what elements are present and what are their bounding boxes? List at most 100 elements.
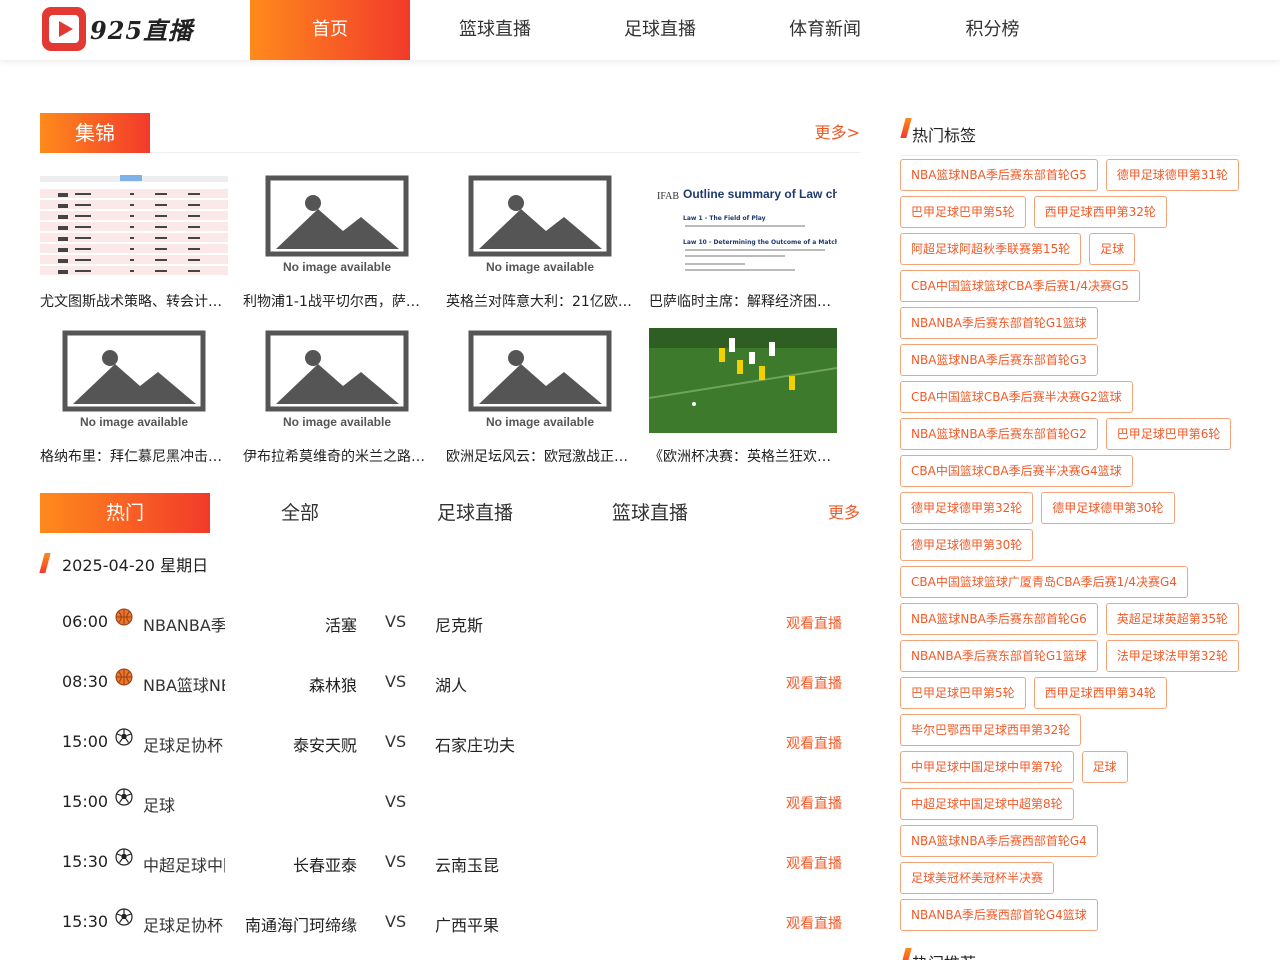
highlight-thumbnail[interactable] xyxy=(649,328,837,433)
watch-live-button[interactable]: 观看直播 xyxy=(786,613,842,633)
highlight-title[interactable]: 英格兰对阵意大利：21亿欧元身价之战 xyxy=(446,291,636,311)
hot-tag[interactable]: NBA篮球NBA季后赛东部首轮G2 xyxy=(900,418,1098,450)
highlight-card[interactable]: No image available 欧洲足坛风云：欧冠激战正酣精彩纷呈 xyxy=(446,328,636,466)
match-away-team: 湖人 xyxy=(435,676,468,695)
highlight-card[interactable]: No image available 伊布拉希莫维奇的米兰之路与传奇生涯 xyxy=(243,328,433,466)
highlight-card[interactable]: No image available 格纳布里：拜仁慕尼黑冲击欧冠之路 xyxy=(40,328,230,466)
match-vs: VS xyxy=(385,672,407,691)
highlight-title[interactable]: 尤文图斯战术策略、转会计划与未来展望 xyxy=(40,291,230,311)
hot-tag[interactable]: 巴甲足球巴甲第5轮 xyxy=(900,677,1026,709)
hot-tag[interactable]: 德甲足球德甲第32轮 xyxy=(900,492,1034,524)
watch-live-button[interactable]: 观看直播 xyxy=(786,853,842,873)
hot-tag[interactable]: 西甲足球西甲第32轮 xyxy=(1033,196,1167,228)
tab-hot[interactable]: 热门 xyxy=(40,493,210,533)
hot-tag[interactable]: CBA中国篮球CBA季后赛半决赛G2篮球 xyxy=(900,381,1133,413)
nav-standings[interactable]: 积分榜 xyxy=(930,0,1055,60)
match-league: 足球足协杯 xyxy=(143,736,224,755)
match-home-team: 活塞 xyxy=(324,616,357,635)
hot-tag[interactable]: CBA中国篮球篮球广厦青岛CBA季后赛1/4决赛G4 xyxy=(900,566,1188,598)
hot-tag[interactable]: 西甲足球西甲第34轮 xyxy=(1033,677,1167,709)
watch-live-button[interactable]: 观看直播 xyxy=(786,913,842,933)
hot-tag[interactable]: 德甲足球德甲第30轮 xyxy=(900,529,1034,561)
hot-tag[interactable]: 阿超足球阿超秋季联赛第15轮 xyxy=(900,233,1082,265)
match-time: 08:30 xyxy=(62,672,109,691)
hot-tag[interactable]: NBANBA季后赛东部首轮G1篮球 xyxy=(900,640,1098,672)
hot-tabs: 热门 全部 足球直播 篮球直播 更多 xyxy=(40,493,860,533)
hot-more-link[interactable]: 更多 xyxy=(828,499,860,523)
highlight-thumbnail[interactable]: IFABOutline summary of Law changes Law 1 … xyxy=(649,173,837,278)
hot-tag[interactable]: 中甲足球中国足球中甲第7轮 xyxy=(900,751,1074,783)
highlight-title[interactable]: 巴萨临时主席：解释经济困境与未来 xyxy=(649,291,839,311)
watch-live-button[interactable]: 观看直播 xyxy=(786,793,842,813)
slash-marker-icon xyxy=(900,118,912,138)
highlight-thumbnail[interactable] xyxy=(40,173,228,278)
hot-tag[interactable]: CBA中国篮球CBA季后赛半决赛G4篮球 xyxy=(900,455,1133,487)
highlight-thumbnail[interactable]: No image available xyxy=(243,173,431,278)
basketball-icon xyxy=(115,608,133,626)
slash-marker-icon xyxy=(900,948,912,960)
hot-tag[interactable]: NBA篮球NBA季后赛东部首轮G3 xyxy=(900,344,1098,376)
highlight-thumbnail[interactable]: No image available xyxy=(446,173,634,278)
highlight-title[interactable]: 伊布拉希莫维奇的米兰之路与传奇生涯 xyxy=(243,446,433,466)
hot-tag[interactable]: 中超足球中国足球中超第8轮 xyxy=(900,788,1074,820)
match-home-team: 南通海门珂缔缘 xyxy=(244,916,357,935)
highlight-card[interactable]: No image available 英格兰对阵意大利：21亿欧元身价之战 xyxy=(446,173,636,311)
match-time: 15:00 xyxy=(62,732,109,751)
hot-tag[interactable]: 巴甲足球巴甲第6轮 xyxy=(1105,418,1232,450)
highlight-thumbnail[interactable]: No image available xyxy=(40,328,228,433)
highlight-card[interactable]: 《欧洲杯决赛：英格兰狂欢之夜》 xyxy=(649,328,839,466)
tab-basketball-live[interactable]: 篮球直播 xyxy=(590,493,710,533)
site-logo[interactable]: 925直播 xyxy=(42,7,192,51)
hot-recommend-title: 热门推荐 xyxy=(912,950,976,960)
match-league: NBANBA季后赛 xyxy=(143,616,225,635)
hot-tag[interactable]: 足球 xyxy=(1081,751,1128,783)
match-vs: VS xyxy=(385,612,407,631)
highlight-title[interactable]: 格纳布里：拜仁慕尼黑冲击欧冠之路 xyxy=(40,446,230,466)
hot-tag[interactable]: 德甲足球德甲第30轮 xyxy=(1041,492,1175,524)
highlights-more-link[interactable]: 更多> xyxy=(815,119,860,143)
hot-tags-header: 热门标签 xyxy=(900,116,1240,156)
hot-tags-title: 热门标签 xyxy=(912,126,977,145)
highlight-thumbnail[interactable]: No image available xyxy=(446,328,634,433)
hot-tag[interactable]: 巴甲足球巴甲第5轮 xyxy=(900,196,1026,228)
highlight-title[interactable]: 《欧洲杯决赛：英格兰狂欢之夜》 xyxy=(649,446,839,466)
hot-tag[interactable]: NBANBA季后赛东部首轮G1篮球 xyxy=(900,307,1098,339)
highlight-title[interactable]: 欧洲足坛风云：欧冠激战正酣精彩纷呈 xyxy=(446,446,636,466)
no-image-label: No image available xyxy=(79,415,189,429)
nav-home[interactable]: 首页 xyxy=(250,0,410,60)
highlight-card[interactable]: No image available 利物浦1-1战平切尔西，萨拉赫破门 xyxy=(243,173,433,311)
hot-tag[interactable]: 英超足球英超第35轮 xyxy=(1105,603,1240,635)
match-league: 中超足球中国 xyxy=(143,856,225,875)
nav-sports-news[interactable]: 体育新闻 xyxy=(760,0,890,60)
nav-basketball-live[interactable]: 篮球直播 xyxy=(430,0,560,60)
no-image-label: No image available xyxy=(282,415,392,429)
highlight-title[interactable]: 利物浦1-1战平切尔西，萨拉赫破门 xyxy=(243,291,433,311)
play-logo-icon xyxy=(42,7,86,51)
match-time: 15:30 xyxy=(62,912,109,931)
hot-tag[interactable]: NBA篮球NBA季后赛东部首轮G5 xyxy=(900,159,1098,191)
hot-tag[interactable]: 足球美冠杯美冠杯半决赛 xyxy=(900,862,1055,894)
match-row: 08:30 NBA篮球NBA季后赛 森林狼 VS 湖人 观看直播 xyxy=(40,652,860,712)
match-date: 2025-04-20 星期日 xyxy=(62,556,209,575)
hot-tag[interactable]: NBA篮球NBA季后赛东部首轮G6 xyxy=(900,603,1098,635)
highlight-card[interactable]: 尤文图斯战术策略、转会计划与未来展望 xyxy=(40,173,230,311)
match-league: 足球足协杯 xyxy=(143,916,224,935)
top-header: 925直播 首页 篮球直播 足球直播 体育新闻 积分榜 xyxy=(0,0,1280,60)
hot-tag[interactable]: 德甲足球德甲第31轮 xyxy=(1105,159,1240,191)
football-icon xyxy=(115,908,133,926)
hot-tag[interactable]: 法甲足球法甲第32轮 xyxy=(1105,640,1240,672)
watch-live-button[interactable]: 观看直播 xyxy=(786,673,842,693)
hot-tag[interactable]: NBANBA季后赛西部首轮G4篮球 xyxy=(900,899,1098,931)
hot-tag[interactable]: CBA中国篮球篮球CBA季后赛1/4决赛G5 xyxy=(900,270,1140,302)
highlight-card[interactable]: IFABOutline summary of Law changes Law 1 … xyxy=(649,173,839,311)
nav-football-live[interactable]: 足球直播 xyxy=(595,0,725,60)
hot-tag[interactable]: 毕尔巴鄂西甲足球西甲第32轮 xyxy=(900,714,1082,746)
highlights-title: 集锦 xyxy=(40,113,150,153)
tab-football-live[interactable]: 足球直播 xyxy=(415,493,535,533)
doc-line-1: Law 1 - The Field of Play xyxy=(683,215,766,222)
hot-tag[interactable]: 足球 xyxy=(1089,233,1136,265)
watch-live-button[interactable]: 观看直播 xyxy=(786,733,842,753)
hot-tag[interactable]: NBA篮球NBA季后赛西部首轮G4 xyxy=(900,825,1098,857)
tab-all[interactable]: 全部 xyxy=(240,493,360,533)
highlight-thumbnail[interactable]: No image available xyxy=(243,328,431,433)
